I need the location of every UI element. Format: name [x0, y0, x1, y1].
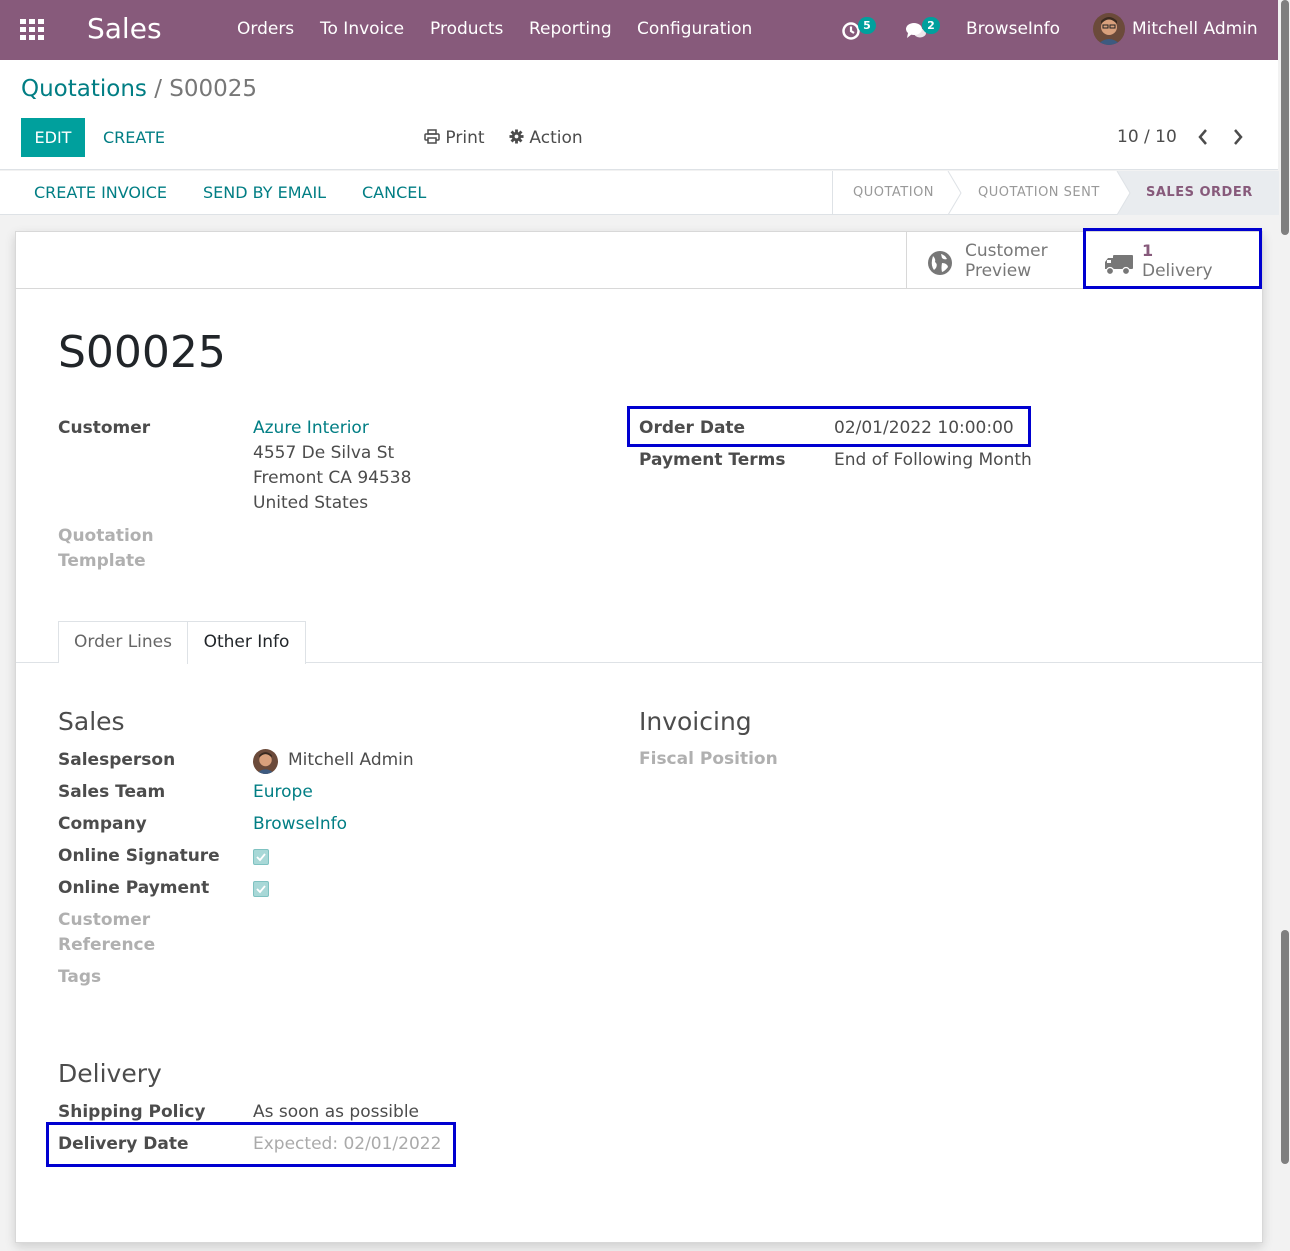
stage-pipeline: QUOTATION QUOTATION SENT SALES ORDER [832, 171, 1279, 215]
send-by-email-button[interactable]: SEND BY EMAIL [203, 183, 326, 202]
action-label: Action [529, 128, 583, 148]
order-date-label: Order Date [639, 418, 746, 438]
delivery-label: 1 Delivery [1142, 241, 1213, 281]
pager-next-icon[interactable] [1231, 127, 1245, 147]
shipping-policy-value: As soon as possible [253, 1102, 420, 1122]
delivery-date-value: Expected: 02/01/2022 [253, 1134, 442, 1154]
menu-configuration[interactable]: Configuration [637, 19, 752, 39]
quotation-template-label: Quotation Template [58, 526, 154, 571]
online-signature-checkbox[interactable] [253, 849, 269, 865]
delivery-section-title: Delivery [58, 1059, 162, 1088]
pager-previous-icon[interactable] [1196, 127, 1210, 147]
customer-address-city: Fremont CA 94538 [253, 468, 412, 488]
payment-terms-label: Payment Terms [639, 450, 786, 470]
sales-team-label: Sales Team [58, 782, 166, 802]
create-button[interactable]: CREATE [103, 128, 165, 147]
company-label: Company [58, 814, 147, 834]
notebook-tabs: Order Lines Other Info [16, 621, 1262, 664]
customer-link[interactable]: Azure Interior [253, 416, 369, 441]
payment-terms-value: End of Following Month [834, 450, 1032, 470]
cancel-button[interactable]: CANCEL [362, 183, 426, 202]
scrollbar-thumb-top[interactable] [1281, 0, 1289, 235]
menu-to-invoice[interactable]: To Invoice [320, 19, 404, 39]
messages-button[interactable]: 2 [905, 17, 945, 43]
activity-button[interactable]: 5 [841, 17, 881, 43]
menu-products[interactable]: Products [430, 19, 503, 39]
activity-count-badge: 5 [858, 17, 876, 34]
breadcrumb-current: S00025 [169, 76, 258, 102]
message-count-badge: 2 [922, 17, 940, 34]
create-invoice-button[interactable]: CREATE INVOICE [34, 183, 167, 202]
salesperson-label: Salesperson [58, 750, 176, 770]
print-label: Print [445, 128, 485, 148]
app-name[interactable]: Sales [87, 12, 162, 45]
tab-order-lines[interactable]: Order Lines [58, 621, 188, 663]
online-signature-label: Online Signature [58, 846, 220, 866]
breadcrumb-separator: / [154, 76, 162, 102]
edit-button[interactable]: EDIT [21, 118, 85, 157]
form-sheet: Customer Preview 1 Delivery S00025 Custo… [15, 231, 1263, 1243]
order-date-value: 02/01/2022 10:00:00 [834, 418, 1014, 438]
delivery-date-label: Delivery Date [58, 1134, 189, 1154]
customer-address-country: United States [253, 493, 369, 513]
breadcrumb-quotations[interactable]: Quotations [21, 76, 147, 102]
customer-reference-label: Customer Reference [58, 910, 156, 955]
scrollbar-thumb[interactable] [1281, 930, 1289, 1164]
truck-icon [1105, 255, 1133, 276]
customer-address-street: 4557 De Silva St [253, 443, 395, 463]
sales-team-link[interactable]: Europe [253, 780, 313, 805]
menu-reporting[interactable]: Reporting [529, 19, 612, 39]
tab-other-info[interactable]: Other Info [187, 621, 306, 664]
company-link[interactable]: BrowseInfo [253, 812, 347, 837]
status-bar: CREATE INVOICE SEND BY EMAIL CANCEL QUOT… [0, 171, 1279, 215]
stage-quotation-sent[interactable]: QUOTATION SENT [978, 185, 1100, 200]
fiscal-position-label: Fiscal Position [639, 749, 778, 769]
print-dropdown[interactable]: Print [424, 128, 485, 148]
customer-label: Customer [58, 418, 151, 438]
online-payment-label: Online Payment [58, 878, 210, 898]
online-payment-checkbox[interactable] [253, 881, 269, 897]
delivery-count: 1 [1142, 241, 1154, 260]
user-menu[interactable]: Mitchell Admin [1132, 19, 1258, 39]
user-avatar[interactable] [1093, 13, 1125, 45]
menu-orders[interactable]: Orders [237, 19, 294, 39]
smart-button-box: Customer Preview 1 Delivery [16, 232, 1262, 289]
control-panel: Quotations / S00025 EDIT CREATE Print Ac… [0, 60, 1278, 170]
breadcrumb: Quotations / S00025 [21, 76, 257, 102]
record-title: S00025 [58, 327, 226, 378]
salesperson-avatar [253, 749, 278, 774]
delivery-smart-button[interactable]: 1 Delivery [1083, 232, 1262, 289]
shipping-policy-label: Shipping Policy [58, 1102, 206, 1122]
customer-preview-button[interactable]: Customer Preview [906, 232, 1083, 289]
pager-value[interactable]: 10 / 10 [1117, 127, 1177, 147]
invoicing-section-title: Invoicing [639, 707, 752, 736]
salesperson-value[interactable]: Mitchell Admin [288, 748, 414, 773]
action-dropdown[interactable]: Action [509, 128, 583, 148]
sales-section-title: Sales [58, 707, 125, 736]
top-navbar: Sales Orders To Invoice Products Reporti… [0, 0, 1278, 60]
tags-label: Tags [58, 967, 102, 987]
apps-menu-icon[interactable] [20, 19, 44, 40]
customer-preview-label: Customer Preview [965, 241, 1048, 281]
stage-quotation[interactable]: QUOTATION [853, 185, 934, 200]
globe-icon [928, 251, 952, 275]
stage-sales-order[interactable]: SALES ORDER [1146, 185, 1253, 200]
printer-icon [424, 129, 440, 144]
company-switcher[interactable]: BrowseInfo [966, 19, 1060, 39]
gear-icon [509, 129, 524, 144]
